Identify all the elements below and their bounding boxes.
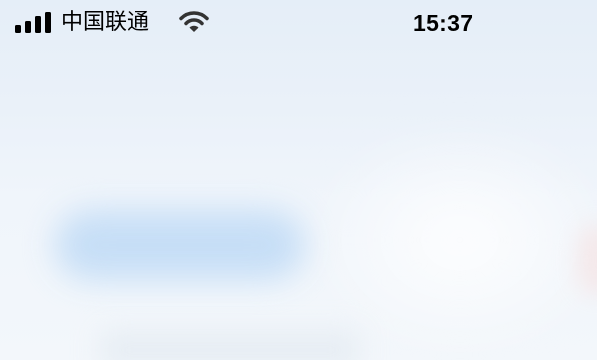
status-bar-clock: 15:37 <box>413 10 474 36</box>
background-blur-highlight <box>300 120 597 360</box>
blurred-content-element <box>55 210 305 280</box>
cellular-signal-icon <box>15 12 51 33</box>
blurred-background <box>0 0 597 360</box>
carrier-name: 中国联通 <box>61 10 150 35</box>
wifi-icon <box>179 11 209 32</box>
status-bar: 中国联通 15:37 <box>0 0 597 46</box>
blurred-edge-element <box>578 225 597 295</box>
blurred-bottom-element <box>100 330 360 360</box>
